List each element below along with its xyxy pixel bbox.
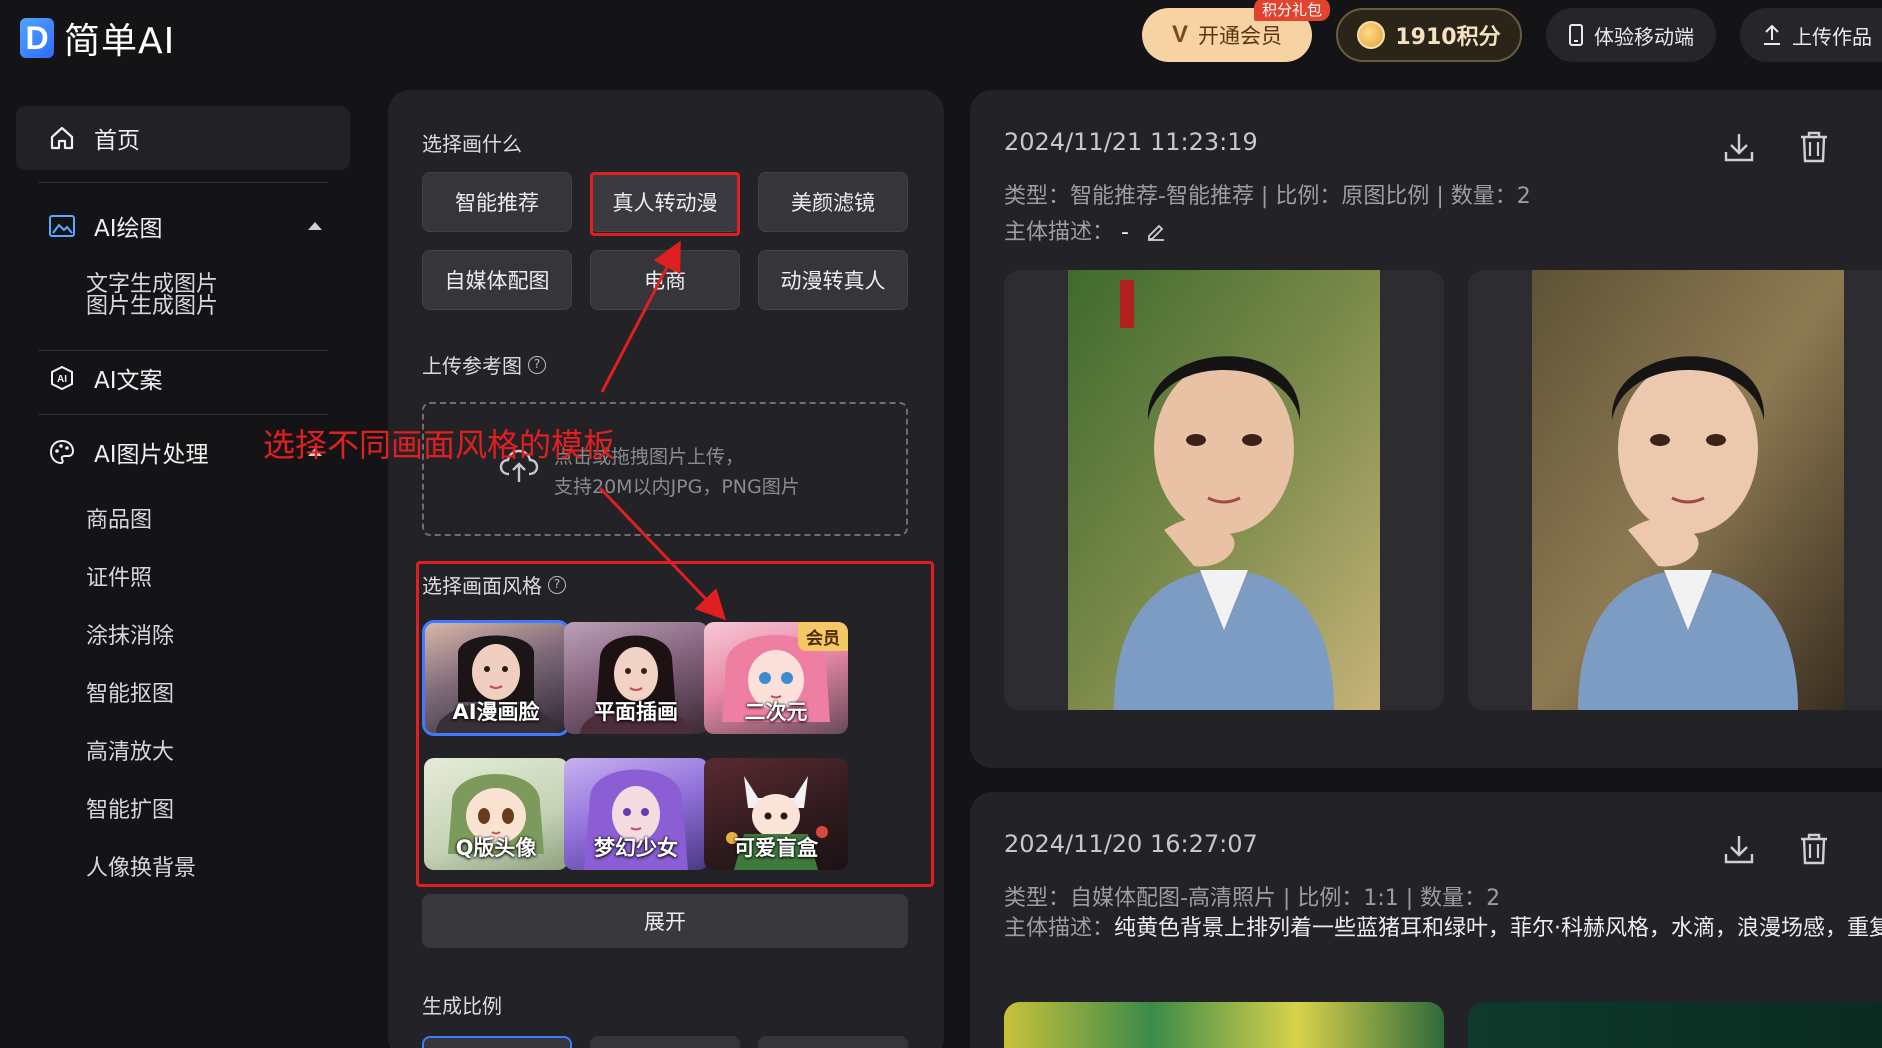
- annotation-label: 选择不同画面风格的模板: [263, 426, 616, 464]
- annotation-arrows: [598, 240, 727, 621]
- app-root: D 简单AI V 开通会员 积分礼包 1910积分 体验移动端 上传作品 首页 …: [0, 0, 1882, 1048]
